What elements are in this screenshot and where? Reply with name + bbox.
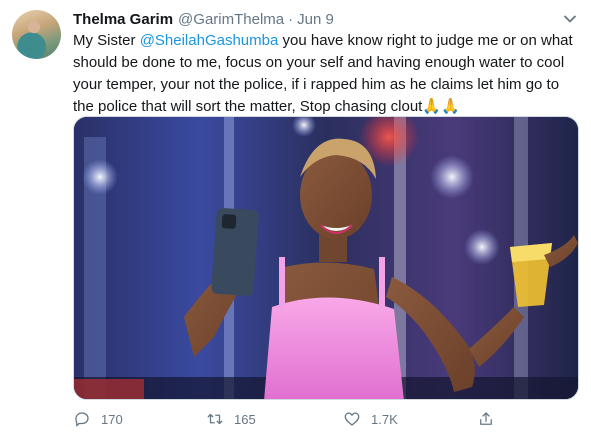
author-name[interactable]: Thelma Garim (73, 11, 173, 28)
author-handle[interactable]: @GarimThelma (178, 11, 284, 28)
heart-icon (344, 412, 360, 426)
tweet-image[interactable] (73, 116, 579, 400)
tweet-date[interactable]: Jun 9 (297, 11, 334, 28)
retweet-count: 165 (234, 411, 256, 427)
emoji: 🙏🙏 (422, 98, 460, 115)
reply-button[interactable]: 170 (73, 410, 123, 428)
like-button[interactable]: 1.7K (343, 410, 398, 428)
retweet-icon (207, 413, 223, 425)
reply-count: 170 (101, 411, 123, 427)
photo-woman-selfie (74, 117, 578, 399)
tweet-text-start: My Sister (73, 32, 140, 49)
tweet-text: My Sister @SheilahGashumba you have know… (73, 30, 578, 118)
chevron-down-icon[interactable] (563, 12, 577, 26)
share-icon (480, 412, 492, 425)
avatar[interactable] (12, 10, 61, 59)
retweet-button[interactable]: 165 (206, 410, 256, 428)
separator: · (288, 10, 294, 28)
like-count: 1.7K (371, 411, 398, 427)
share-button[interactable] (477, 410, 505, 428)
mention-link[interactable]: @SheilahGashumba (140, 32, 279, 49)
tweet-actions: 170 165 1.7K (73, 410, 573, 434)
tweet-header: Thelma Garim @GarimThelma · Jun 9 (73, 9, 334, 29)
reply-icon (75, 412, 89, 427)
